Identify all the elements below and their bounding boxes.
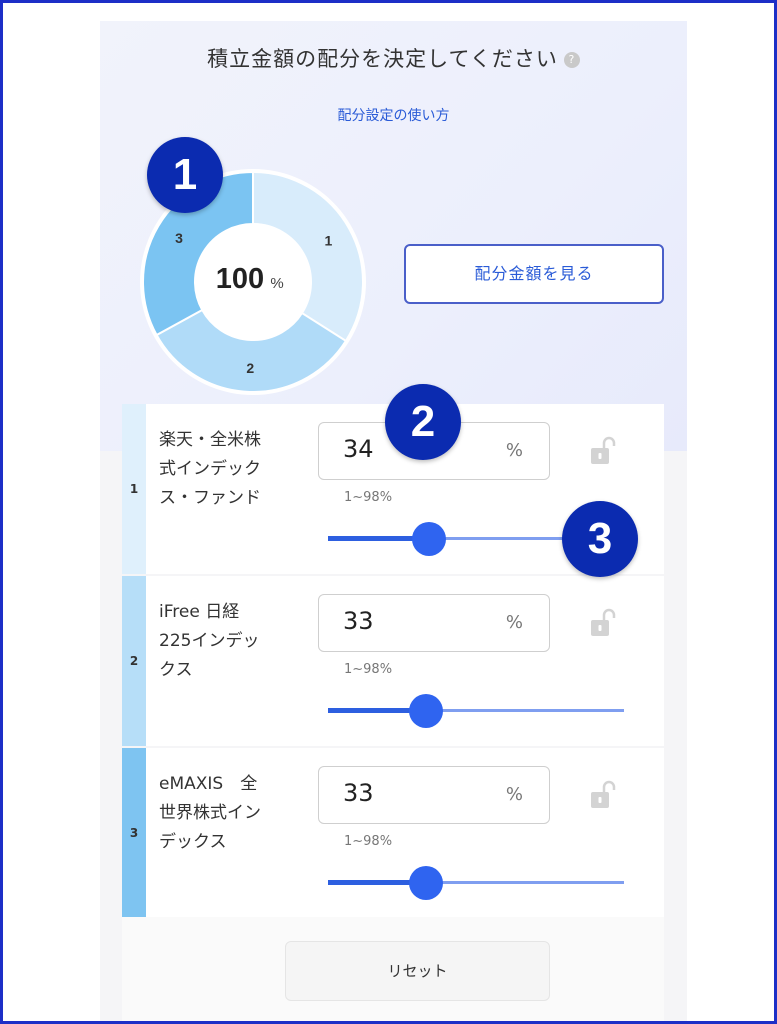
fund-percent-input-2[interactable]: 33 % [318,594,550,652]
fund-name-2: iFree 日経 225インデッ クス [159,598,294,685]
fund-slider-2[interactable] [328,694,624,728]
donut-center-value: 100 [216,263,264,295]
percent-unit: % [505,440,523,461]
donut-label-3: 3 [175,230,183,246]
fund-name-line: デックス [159,832,227,852]
fund-percent-value-3: 33 [343,779,374,807]
fund-row-3: 3 eMAXIS 全 世界株式イン デックス 33 % 1~98% [122,748,664,918]
fund-name-line: 式インデック [159,459,261,479]
fund-name-line: 225インデッ [159,631,260,651]
page-title: 積立金額の配分を決定してください? [100,43,687,73]
fund-name-line: ス・ファンド [159,488,261,508]
fund-slider-3[interactable] [328,866,624,900]
fund-percent-value-1: 34 [343,435,374,463]
fund-name-line: 楽天・全米株 [159,430,261,450]
reset-button[interactable]: リセット [285,941,550,1001]
donut-center-unit: % [270,275,283,292]
step-badge-2: 2 [385,384,461,460]
slider-thumb[interactable] [408,694,443,728]
help-icon[interactable]: ? [563,52,580,68]
fund-percent-input-3[interactable]: 33 % [318,766,550,824]
howto-link[interactable]: 配分設定の使い方 [100,105,687,125]
fund-row-2: 2 iFree 日経 225インデッ クス 33 % 1~98% [122,576,664,746]
fund-name-line: 世界株式イン [159,803,261,823]
fund-range-label-3: 1~98% [344,834,393,849]
screenshot-frame: 積立金額の配分を決定してください? 配分設定の使い方 100 % 123 1 配… [0,0,777,1024]
fund-percent-value-2: 33 [343,607,374,635]
fund-number-3: 3 [122,748,146,918]
unlock-icon[interactable] [590,606,616,640]
slider-thumb[interactable] [411,522,446,556]
page-title-text: 積立金額の配分を決定してください [207,47,558,71]
percent-unit: % [505,612,523,633]
donut-label-2: 2 [246,360,254,376]
unlock-icon[interactable] [590,778,616,812]
unlock-icon[interactable] [590,434,616,468]
fund-range-label-2: 1~98% [344,662,393,677]
view-allocation-amount-button[interactable]: 配分金額を見る [404,244,664,304]
donut-label-1: 1 [324,233,332,249]
percent-unit: % [505,784,523,805]
fund-name-line: iFree 日経 [159,602,240,622]
step-badge-3: 3 [562,501,638,577]
allocation-panel: 積立金額の配分を決定してください? 配分設定の使い方 100 % 123 1 配… [100,21,687,1021]
step-badge-1: 1 [147,137,223,213]
fund-number-1: 1 [122,404,146,574]
slider-thumb[interactable] [408,866,443,900]
fund-name-line: クス [159,660,193,680]
fund-range-label-1: 1~98% [344,490,393,505]
fund-name-line: eMAXIS 全 [159,774,258,794]
fund-number-2: 2 [122,576,146,746]
fund-name-1: 楽天・全米株 式インデック ス・ファンド [159,426,294,513]
fund-name-3: eMAXIS 全 世界株式イン デックス [159,770,294,857]
